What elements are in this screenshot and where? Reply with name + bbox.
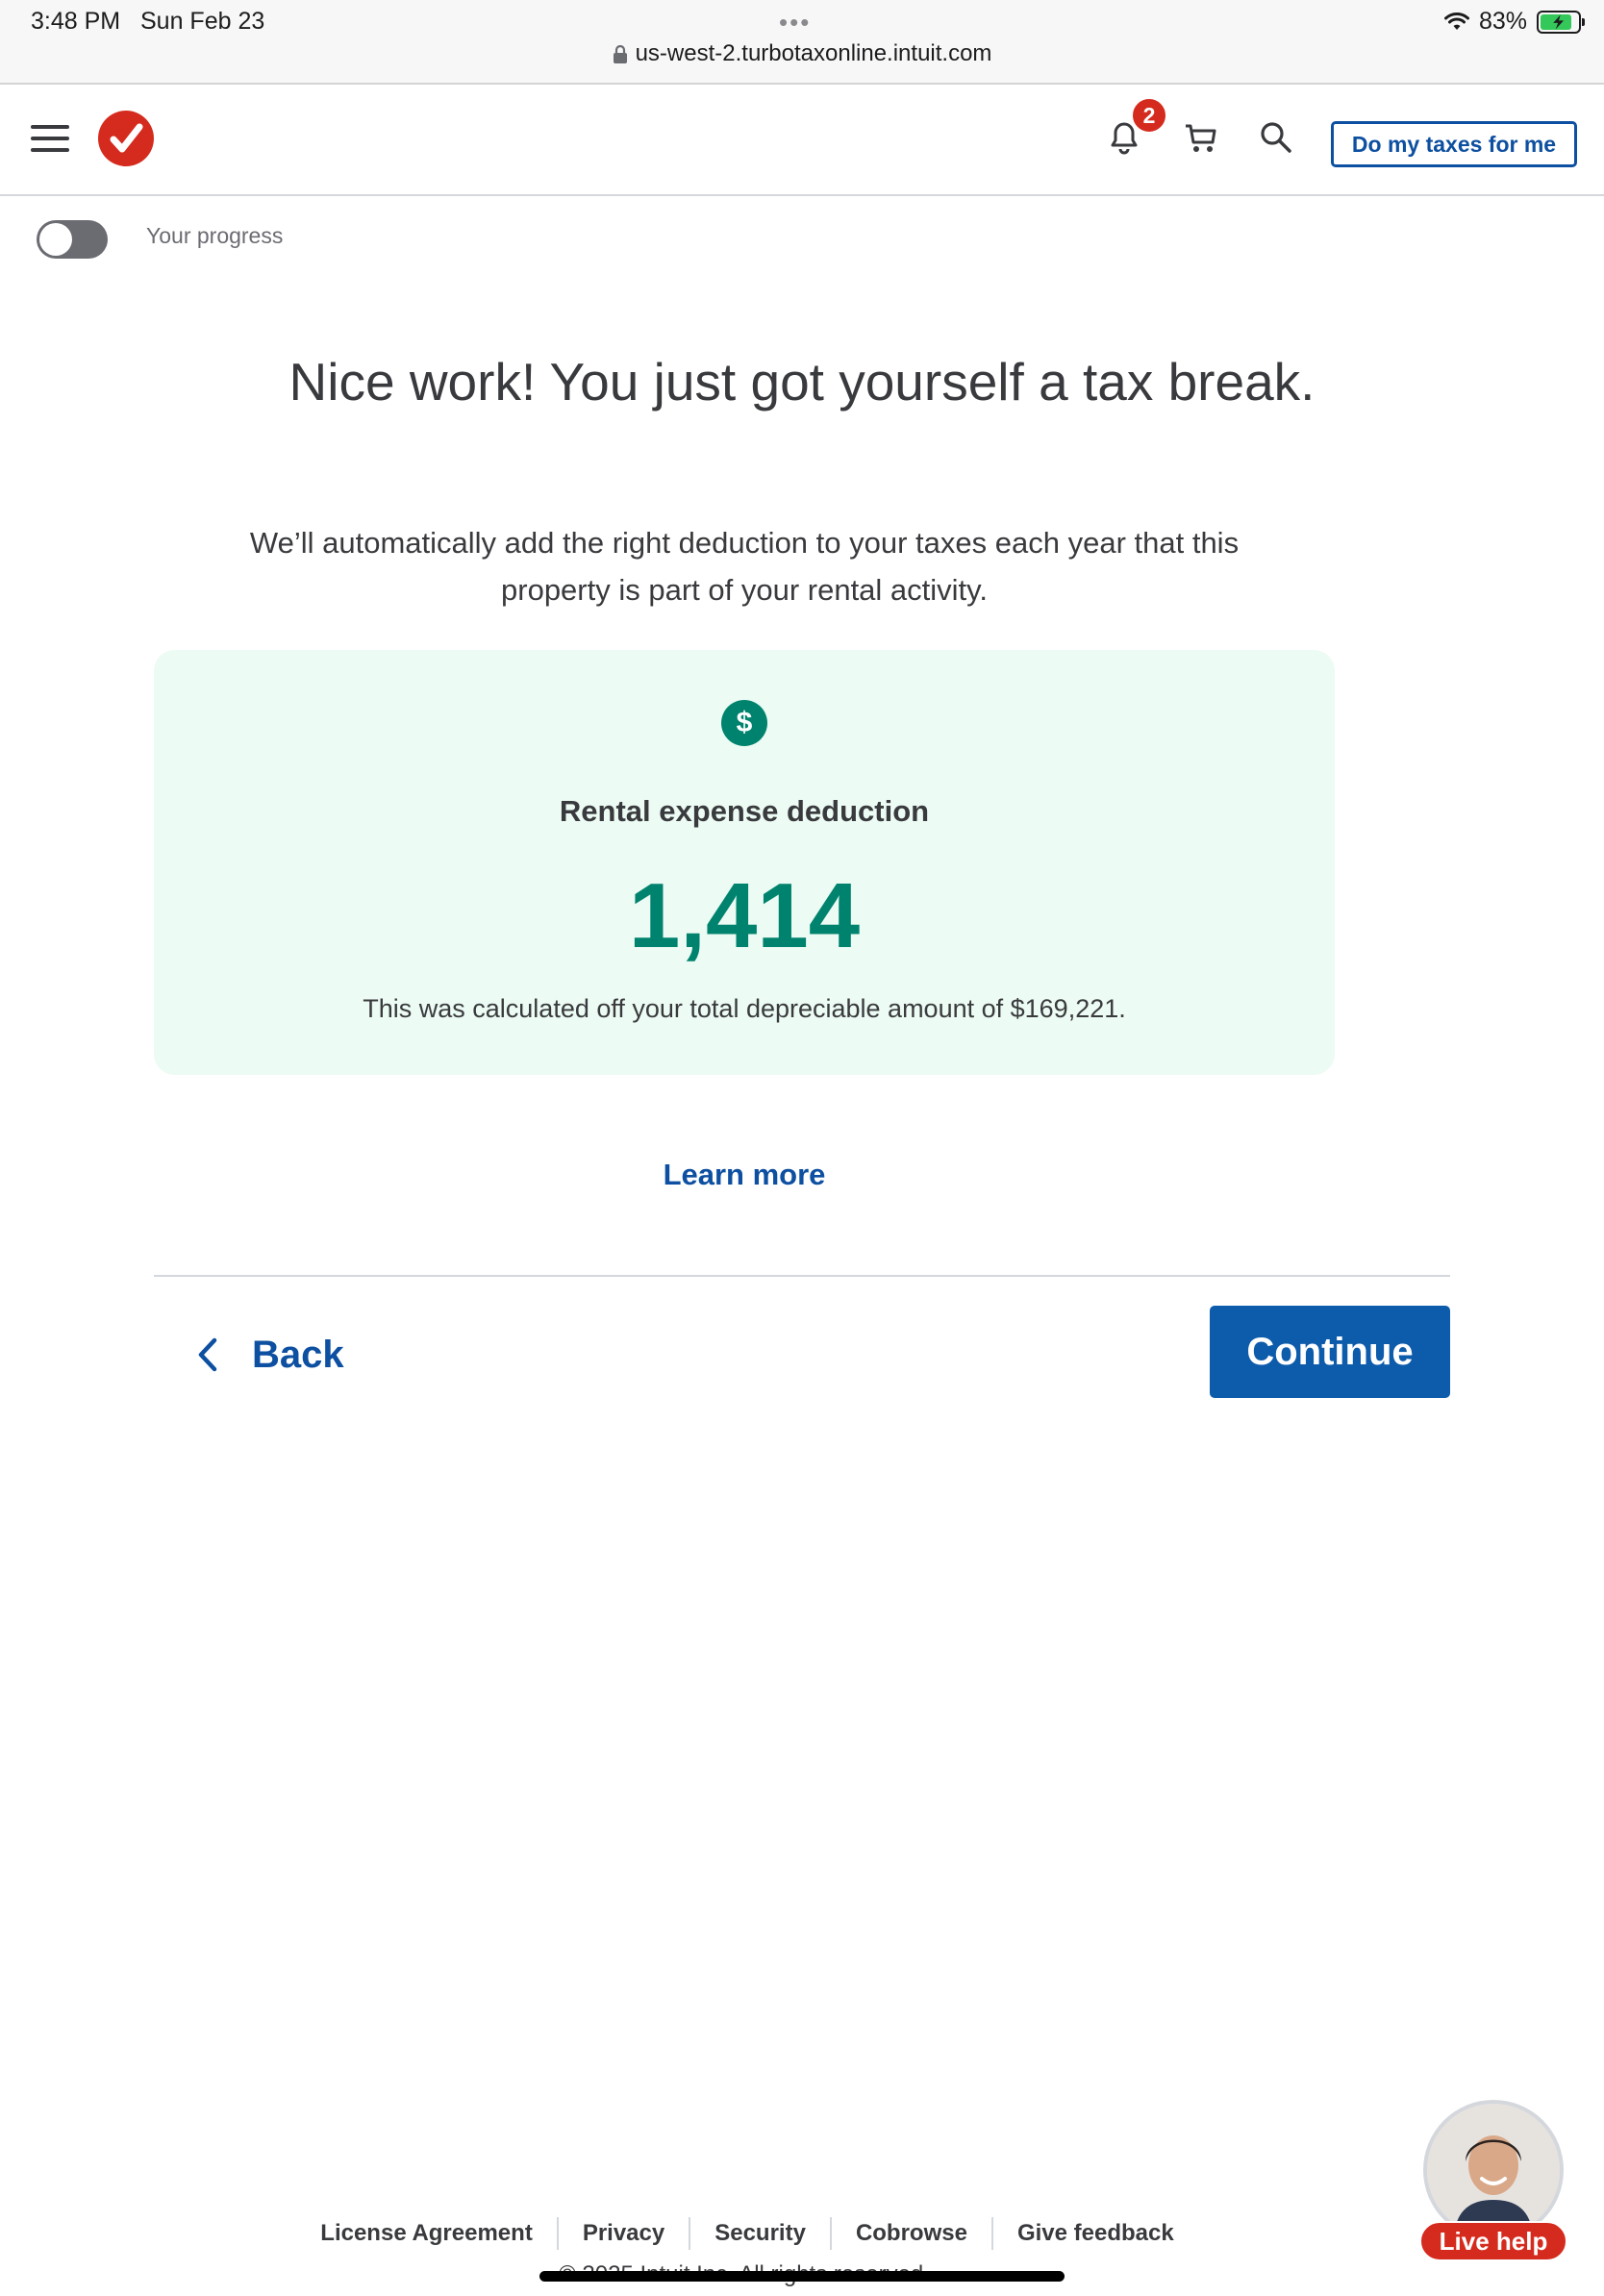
do-my-taxes-button[interactable]: Do my taxes for me [1331,121,1577,167]
more-dots-icon[interactable]: ••• [779,8,811,37]
svg-text:$: $ [737,707,753,738]
footer-link-give-feedback[interactable]: Give feedback [993,2217,1198,2250]
learn-more-link[interactable]: Learn more [664,1158,826,1191]
menu-icon[interactable] [31,125,69,154]
status-indicators: 83% [1443,8,1585,36]
deduction-card: $ Rental expense deduction 1,414 This wa… [154,650,1335,1075]
wifi-icon [1443,12,1469,30]
page-description: We’ll automatically add the right deduct… [249,526,1240,607]
page-title: Nice work! You just got yourself a tax b… [288,352,1316,412]
address-bar[interactable]: us-west-2.turbotaxonline.intuit.com [0,40,1604,67]
deduction-note: This was calculated off your total depre… [363,994,1126,1023]
progress-label: Your progress [146,223,284,248]
toggle-knob [39,223,72,256]
footer-links: License Agreement Privacy Security Cobro… [0,2217,1604,2250]
learn-more-container: Learn more [0,1158,1489,1192]
live-help-button[interactable]: Live help [1419,2221,1567,2261]
url-text: us-west-2.turbotaxonline.intuit.com [635,40,992,66]
divider [154,1275,1450,1277]
chevron-left-icon [198,1337,217,1372]
live-help-avatar[interactable] [1423,2100,1564,2240]
continue-button[interactable]: Continue [1210,1306,1450,1398]
home-indicator [539,2271,1065,2282]
footer-link-security[interactable]: Security [690,2217,832,2250]
deduction-amount: 1,414 [628,864,861,967]
checkmark-icon [110,123,143,153]
deduction-title: Rental expense deduction [559,794,930,828]
charging-bolt-icon [1553,14,1564,29]
footer-link-privacy[interactable]: Privacy [559,2217,691,2250]
browser-status-bar: 3:48 PM Sun Feb 23 ••• us-west-2.turbota… [0,0,1604,85]
back-label: Back [252,1333,344,1376]
status-date: Sun Feb 23 [140,8,265,35]
footer-link-cobrowse[interactable]: Cobrowse [832,2217,993,2250]
progress-toggle[interactable] [37,220,108,259]
notification-badge: 2 [1130,96,1168,135]
search-icon[interactable] [1256,117,1296,158]
footer-link-license-agreement[interactable]: License Agreement [296,2217,559,2250]
battery-percent: 83% [1478,8,1527,35]
dollar-icon: $ [721,700,767,746]
app-header: 2 Do my taxes for me [0,85,1604,196]
cart-icon[interactable] [1181,117,1221,158]
battery-icon [1537,10,1585,34]
status-time: 3:48 PM [31,8,121,35]
back-button[interactable]: Back [196,1321,344,1388]
turbotax-logo[interactable] [98,111,154,166]
lock-icon [613,44,627,63]
agent-avatar-icon [1427,2104,1560,2236]
